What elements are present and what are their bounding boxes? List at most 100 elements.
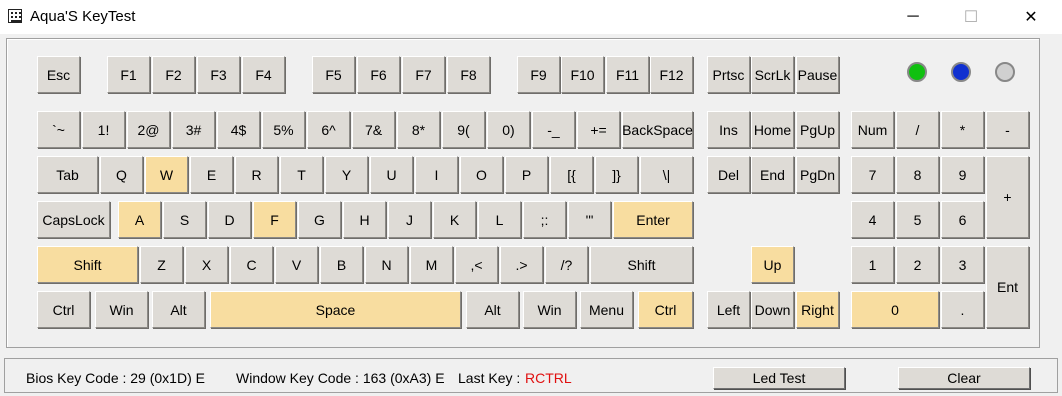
key-w[interactable]: W <box>145 156 188 193</box>
key-pgdn[interactable]: PgDn <box>796 156 839 193</box>
key-k0[interactable]: 0) <box>487 111 530 148</box>
key-h[interactable]: H <box>343 201 386 238</box>
led-test-button[interactable]: Led Test <box>713 367 845 389</box>
key-e[interactable]: E <box>190 156 233 193</box>
key-f3[interactable]: F3 <box>197 56 240 93</box>
key-f8[interactable]: F8 <box>447 56 490 93</box>
key-f6[interactable]: F6 <box>357 56 400 93</box>
key-np2[interactable]: 2 <box>896 246 939 283</box>
app-keyboard-icon[interactable] <box>8 9 22 23</box>
key-k1[interactable]: 1! <box>82 111 125 148</box>
key-z[interactable]: Z <box>140 246 183 283</box>
key-prtsc[interactable]: Prtsc <box>707 56 750 93</box>
key-np7[interactable]: 7 <box>851 156 894 193</box>
minimize-button[interactable]: ─ <box>890 0 936 34</box>
key-f2[interactable]: F2 <box>152 56 195 93</box>
key-down[interactable]: Down <box>751 291 794 328</box>
key-n[interactable]: N <box>365 246 408 283</box>
key-o[interactable]: O <box>460 156 503 193</box>
key-semicolon[interactable]: ;: <box>523 201 566 238</box>
key-l[interactable]: L <box>478 201 521 238</box>
key-k5[interactable]: 5% <box>262 111 305 148</box>
key-k8[interactable]: 8* <box>397 111 440 148</box>
key-v[interactable]: V <box>275 246 318 283</box>
key-del[interactable]: Del <box>707 156 750 193</box>
key-period[interactable]: .> <box>500 246 543 283</box>
key-lbracket[interactable]: [{ <box>550 156 593 193</box>
key-quote[interactable]: '" <box>568 201 611 238</box>
key-np0[interactable]: 0 <box>851 291 939 328</box>
key-menu[interactable]: Menu <box>580 291 633 328</box>
key-np6[interactable]: 6 <box>941 201 984 238</box>
key-capslock[interactable]: CapsLock <box>37 201 110 238</box>
clear-button[interactable]: Clear <box>898 367 1030 389</box>
key-pause[interactable]: Pause <box>796 56 839 93</box>
key-lwin[interactable]: Win <box>95 291 148 328</box>
maximize-button[interactable]: ☐ <box>948 0 994 34</box>
key-f11[interactable]: F11 <box>606 56 649 93</box>
key-lshift[interactable]: Shift <box>37 246 138 283</box>
key-pgup[interactable]: PgUp <box>796 111 839 148</box>
key-enter[interactable]: Enter <box>613 201 693 238</box>
key-s[interactable]: S <box>163 201 206 238</box>
key-np-enter[interactable]: Ent <box>986 246 1029 328</box>
key-q[interactable]: Q <box>100 156 143 193</box>
key-x[interactable]: X <box>185 246 228 283</box>
key-f[interactable]: F <box>253 201 296 238</box>
key-up[interactable]: Up <box>751 246 794 283</box>
key-tab[interactable]: Tab <box>37 156 98 193</box>
key-j[interactable]: J <box>388 201 431 238</box>
key-lalt[interactable]: Alt <box>152 291 205 328</box>
key-np4[interactable]: 4 <box>851 201 894 238</box>
key-backslash[interactable]: \| <box>640 156 693 193</box>
key-k6[interactable]: 6^ <box>307 111 350 148</box>
key-equals[interactable]: += <box>577 111 620 148</box>
key-a[interactable]: A <box>118 201 161 238</box>
key-c[interactable]: C <box>230 246 273 283</box>
key-rbracket[interactable]: ]} <box>595 156 638 193</box>
key-k9[interactable]: 9( <box>442 111 485 148</box>
key-rshift[interactable]: Shift <box>590 246 693 283</box>
key-f7[interactable]: F7 <box>402 56 445 93</box>
key-num[interactable]: Num <box>851 111 894 148</box>
key-f5[interactable]: F5 <box>312 56 355 93</box>
key-k3[interactable]: 3# <box>172 111 215 148</box>
key-np1[interactable]: 1 <box>851 246 894 283</box>
key-np8[interactable]: 8 <box>896 156 939 193</box>
key-esc[interactable]: Esc <box>37 56 80 93</box>
key-t[interactable]: T <box>280 156 323 193</box>
key-f12[interactable]: F12 <box>650 56 693 93</box>
key-k2[interactable]: 2@ <box>127 111 170 148</box>
key-end[interactable]: End <box>751 156 794 193</box>
key-p[interactable]: P <box>505 156 548 193</box>
key-home[interactable]: Home <box>751 111 794 148</box>
key-ins[interactable]: Ins <box>707 111 750 148</box>
key-np-dot[interactable]: . <box>941 291 984 328</box>
key-np-sub[interactable]: - <box>986 111 1029 148</box>
key-g[interactable]: G <box>298 201 341 238</box>
key-np5[interactable]: 5 <box>896 201 939 238</box>
key-r[interactable]: R <box>235 156 278 193</box>
key-comma[interactable]: ,< <box>455 246 498 283</box>
key-minus[interactable]: -_ <box>532 111 575 148</box>
key-slash[interactable]: /? <box>545 246 588 283</box>
key-f10[interactable]: F10 <box>561 56 604 93</box>
key-np9[interactable]: 9 <box>941 156 984 193</box>
key-left[interactable]: Left <box>707 291 750 328</box>
key-backtick[interactable]: `~ <box>37 111 80 148</box>
key-b[interactable]: B <box>320 246 363 283</box>
key-rwin[interactable]: Win <box>523 291 576 328</box>
key-rctrl[interactable]: Ctrl <box>638 291 693 328</box>
key-d[interactable]: D <box>208 201 251 238</box>
key-i[interactable]: I <box>415 156 458 193</box>
key-lctrl[interactable]: Ctrl <box>37 291 90 328</box>
key-ralt[interactable]: Alt <box>466 291 519 328</box>
key-backspace[interactable]: BackSpace <box>622 111 693 148</box>
key-f4[interactable]: F4 <box>242 56 285 93</box>
key-m[interactable]: M <box>410 246 453 283</box>
key-f9[interactable]: F9 <box>517 56 560 93</box>
key-np-mul[interactable]: * <box>941 111 984 148</box>
key-k[interactable]: K <box>433 201 476 238</box>
key-u[interactable]: U <box>370 156 413 193</box>
key-space[interactable]: Space <box>210 291 461 328</box>
